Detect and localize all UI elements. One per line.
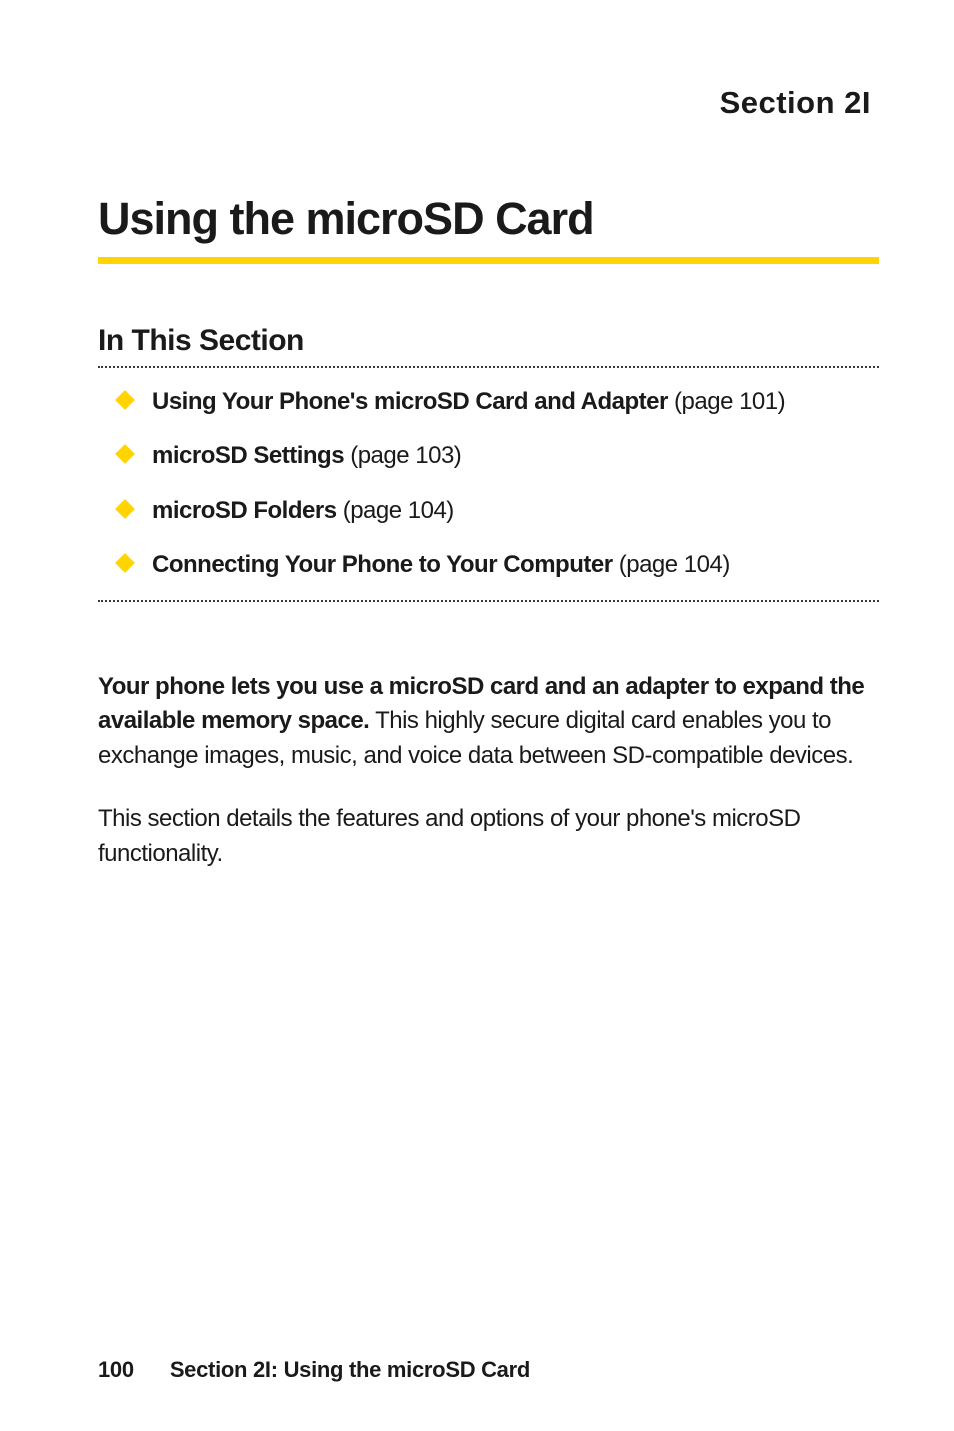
toc-item-title: microSD Settings [152, 442, 344, 469]
body-paragraph: Your phone lets you use a microSD card a… [98, 670, 879, 774]
diamond-icon [115, 390, 135, 410]
toc-item: microSD Folders (page 104) [118, 495, 879, 527]
toc-item: microSD Settings (page 103) [118, 440, 879, 472]
toc-item: Using Your Phone's microSD Card and Adap… [118, 386, 879, 418]
diamond-icon [115, 499, 135, 519]
diamond-icon [115, 553, 135, 573]
toc-list: Using Your Phone's microSD Card and Adap… [98, 386, 879, 582]
in-this-section-heading: In This Section [98, 324, 879, 358]
section-label: Section 2I [98, 85, 879, 121]
toc-item-page: (page 104) [613, 551, 730, 578]
dotted-rule-bottom [98, 600, 879, 602]
toc-item-title: Connecting Your Phone to Your Computer [152, 551, 613, 578]
dotted-rule-top [98, 366, 879, 368]
toc-item-page: (page 101) [668, 388, 785, 415]
body-paragraph: This section details the features and op… [98, 802, 879, 872]
footer-text: Section 2I: Using the microSD Card [170, 1357, 530, 1382]
page-number: 100 [98, 1357, 134, 1382]
toc-item: Connecting Your Phone to Your Computer (… [118, 549, 879, 581]
page-footer: 100 Section 2I: Using the microSD Card [98, 1357, 530, 1383]
diamond-icon [115, 444, 135, 464]
page-title: Using the microSD Card [98, 193, 879, 245]
title-underline [98, 257, 879, 264]
toc-item-page: (page 103) [344, 442, 461, 469]
toc-item-page: (page 104) [337, 497, 454, 524]
toc-item-title: microSD Folders [152, 497, 337, 524]
toc-item-title: Using Your Phone's microSD Card and Adap… [152, 388, 668, 415]
paragraph-rest: This section details the features and op… [98, 805, 800, 867]
